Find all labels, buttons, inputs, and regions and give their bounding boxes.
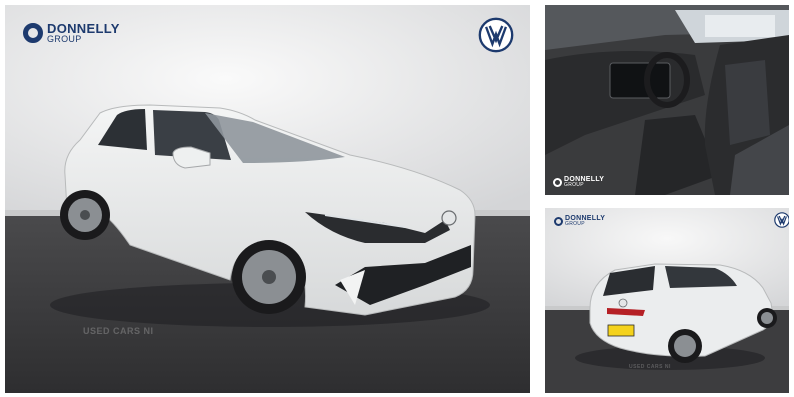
donnelly-group-logo: DONNELLY GROUP [23,22,120,44]
vw-logo-icon [774,212,789,228]
interior-photo[interactable]: DONNELLY GROUP [545,5,789,195]
brand-sub: GROUP [564,182,584,188]
interior-image [545,5,789,195]
donnelly-ring-icon [553,177,562,187]
donnelly-ring-icon [554,216,563,226]
donnelly-group-logo-rear: DONNELLY GROUP [554,215,605,227]
vw-logo-icon [478,17,514,53]
used-cars-ni-watermark: USED CARS NI [629,364,671,370]
used-cars-ni-watermark: USED CARS NI [83,326,154,336]
brand-sub: GROUP [47,34,82,44]
donnelly-ring-icon [23,23,43,43]
main-car-photo[interactable]: DONNELLY GROUP USED CARS NI [5,5,530,393]
rear-car-photo[interactable]: DONNELLY GROUP USED CARS NI [545,208,789,393]
donnelly-group-logo-small: DONNELLY GROUP [553,176,604,188]
brand-sub: GROUP [565,221,585,227]
